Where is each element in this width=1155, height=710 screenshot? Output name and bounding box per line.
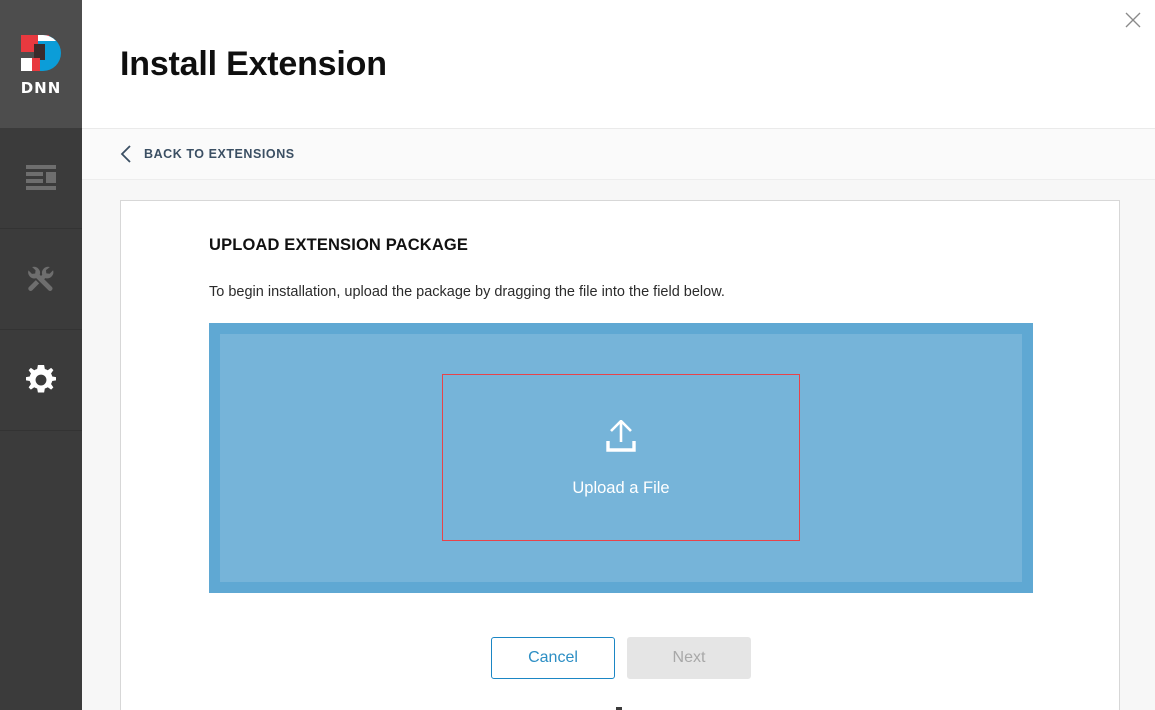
back-bar: BACK TO EXTENSIONS xyxy=(82,129,1155,180)
sidebar-item-tools[interactable] xyxy=(0,229,82,330)
close-icon xyxy=(1125,12,1141,28)
page-header: Install Extension xyxy=(82,0,1155,129)
next-button: Next xyxy=(627,636,751,679)
section-description: To begin installation, upload the packag… xyxy=(209,283,725,300)
main-panel: Install Extension BACK TO EXTENSIONS UPL… xyxy=(82,0,1155,710)
page-title: Install Extension xyxy=(120,45,387,83)
back-to-extensions-link[interactable]: BACK TO EXTENSIONS xyxy=(120,145,295,163)
brand-logo[interactable]: DNN xyxy=(0,0,82,128)
install-extension-window: DNN Install Extension BACK TO EXTENSIONS… xyxy=(0,0,1155,710)
upload-a-file-label: Upload a File xyxy=(572,478,670,497)
upload-drop-target[interactable]: Upload a File xyxy=(442,374,800,542)
cancel-button[interactable]: Cancel xyxy=(491,636,615,679)
content-area: UPLOAD EXTENSION PACKAGE To begin instal… xyxy=(82,180,1155,710)
back-to-extensions-label: BACK TO EXTENSIONS xyxy=(144,146,295,161)
upload-icon xyxy=(606,419,636,452)
sidebar-nav xyxy=(0,128,82,710)
wrench-tools-icon xyxy=(28,266,54,291)
close-button[interactable] xyxy=(1119,6,1147,34)
section-title: UPLOAD EXTENSION PACKAGE xyxy=(209,236,469,254)
upload-dropzone[interactable]: Upload a File xyxy=(209,322,1033,593)
content-pages-icon xyxy=(26,165,56,190)
sidebar-item-content[interactable] xyxy=(0,128,82,229)
dnn-logo-icon xyxy=(19,33,63,77)
card-actions: Cancel Next xyxy=(209,636,1033,679)
upload-dropzone-inner[interactable]: Upload a File xyxy=(220,333,1022,582)
sidebar: DNN xyxy=(0,0,82,710)
install-card: UPLOAD EXTENSION PACKAGE To begin instal… xyxy=(120,200,1120,710)
brand-wordmark: DNN xyxy=(20,78,62,97)
gear-icon xyxy=(26,365,56,393)
sidebar-item-settings[interactable] xyxy=(0,330,82,431)
chevron-left-icon xyxy=(120,145,131,163)
